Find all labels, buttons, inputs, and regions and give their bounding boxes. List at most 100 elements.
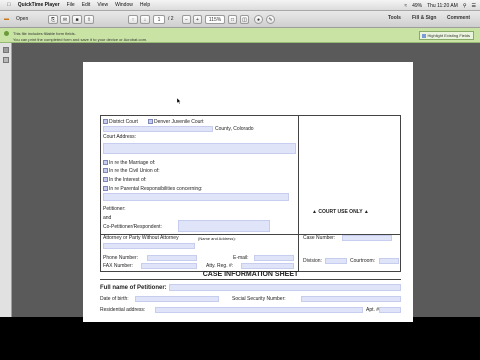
info-icon <box>4 31 9 36</box>
marriage-label: In re the Marriage of: <box>109 160 156 166</box>
civil-union-checkbox[interactable] <box>103 168 108 173</box>
residential-field[interactable] <box>155 307 363 313</box>
courtroom-field[interactable] <box>379 258 399 264</box>
denver-juvenile-checkbox[interactable] <box>148 119 153 124</box>
and-label: and <box>103 215 112 221</box>
wifi-icon[interactable]: ≈ <box>404 3 407 9</box>
division-label: Division: <box>303 258 322 264</box>
clock[interactable]: Thu 11:20 AM <box>427 3 458 9</box>
search-icon[interactable]: ⚲ <box>463 3 467 9</box>
full-name-label: Full name of Petitioner: <box>100 285 167 291</box>
tools-link[interactable]: Tools <box>388 15 401 21</box>
menu-app-name[interactable]: QuickTime Player <box>18 2 60 8</box>
zoom-out-icon[interactable]: − <box>182 15 191 24</box>
next-page-icon[interactable]: ↓ <box>140 15 150 24</box>
co-petitioner-field[interactable] <box>178 220 270 232</box>
court-address-label: Court Address: <box>103 134 137 140</box>
district-court-label: District Court <box>109 119 138 125</box>
marriage-checkbox[interactable] <box>103 160 108 165</box>
court-address-field[interactable] <box>103 143 296 154</box>
notification-line-1: This file includes fillable form fields. <box>13 31 76 36</box>
table-right-border <box>400 115 401 272</box>
mouse-cursor-icon <box>177 98 181 104</box>
menu-window[interactable]: Window <box>115 2 133 8</box>
folder-icon[interactable]: ▬ <box>4 16 9 22</box>
case-number-field[interactable] <box>342 235 392 241</box>
highlight-fields-button[interactable]: Highlight Existing Fields <box>418 31 474 40</box>
fill-sign-link[interactable]: Fill & Sign <box>412 15 436 21</box>
phone-label: Phone Number: <box>103 255 139 261</box>
menu-extras: ≈ 49% Thu 11:20 AM ⚲ ☰ <box>404 0 476 11</box>
name-address-label: (Name and Address): <box>198 236 236 241</box>
court-use-only-text: COURT USE ONLY <box>318 209 363 215</box>
co-petitioner-label: Co-Petitioner/Respondent: <box>103 224 162 230</box>
sign-icon[interactable]: ✎ <box>266 15 275 24</box>
menu-view[interactable]: View <box>97 2 108 8</box>
phone-field[interactable] <box>147 255 197 261</box>
district-court-checkbox[interactable] <box>103 119 108 124</box>
page-number-input[interactable]: 1 <box>153 15 165 24</box>
open-button[interactable]: Open <box>16 16 28 22</box>
denver-juvenile-label: Denver Juvenile Court <box>154 119 204 125</box>
civil-union-label: In re the Civil Union of: <box>109 168 160 174</box>
pages-icon[interactable] <box>3 47 9 53</box>
county-label: County, Colorado <box>215 126 254 132</box>
save-icon[interactable]: ■ <box>72 15 82 24</box>
table-left-border <box>100 115 101 272</box>
ssn-label: Social Security Number: <box>232 296 286 302</box>
battery-percent[interactable]: 49% <box>412 3 422 9</box>
interest-label: In the Interest of: <box>109 177 147 183</box>
video-frame:  QuickTime Player File Edit View Window… <box>0 0 480 360</box>
menu-file[interactable]: File <box>67 2 75 8</box>
parties-field[interactable] <box>103 193 289 201</box>
zoom-in-icon[interactable]: + <box>193 15 202 24</box>
ssn-field[interactable] <box>301 296 401 302</box>
navigation-pane <box>0 43 12 317</box>
apple-icon[interactable]:  <box>7 2 11 8</box>
fax-field[interactable] <box>141 263 197 269</box>
table-top-border <box>100 115 400 116</box>
email-field[interactable] <box>254 255 294 261</box>
attorney-name-field[interactable] <box>103 243 195 249</box>
zoom-select[interactable]: 115% <box>205 15 225 24</box>
county-field[interactable] <box>103 126 213 132</box>
full-name-field[interactable] <box>169 284 401 291</box>
attachments-icon[interactable] <box>3 57 9 63</box>
dob-label: Date of birth: <box>100 296 129 302</box>
interest-checkbox[interactable] <box>103 177 108 182</box>
division-field[interactable] <box>325 258 347 264</box>
read-mode-icon[interactable]: ◫ <box>240 15 249 24</box>
form-notification-bar: This file includes fillable form fields.… <box>0 28 480 43</box>
share-icon[interactable]: ⇧ <box>84 15 94 24</box>
fax-label: FAX Number: <box>103 263 134 269</box>
email-label: E-mail: <box>233 255 249 261</box>
mac-menu-bar:  QuickTime Player File Edit View Window… <box>0 0 480 11</box>
attorney-label: Attorney or Party Without Attorney <box>103 235 179 241</box>
title-underline <box>100 279 401 280</box>
atty-reg-field[interactable] <box>241 263 294 269</box>
dob-field[interactable] <box>135 296 219 302</box>
highlight-swatch-icon <box>421 34 426 38</box>
email-icon[interactable]: ✉ <box>60 15 70 24</box>
menu-help[interactable]: Help <box>140 2 150 8</box>
courtroom-label: Courtroom: <box>350 258 376 264</box>
notification-line-2: You can print the completed form and sav… <box>13 37 148 42</box>
reader-toolbar: ▬ Open ⎘ ✉ ■ ⇧ ↑ ↓ 1 / 2 − + 115% □ ◫ ● … <box>0 11 480 28</box>
comment-bubble-icon[interactable]: ● <box>254 15 263 24</box>
previous-page-icon[interactable]: ↑ <box>128 15 138 24</box>
case-number-label: Case Number: <box>303 235 336 241</box>
fit-page-icon[interactable]: □ <box>228 15 237 24</box>
apt-field[interactable] <box>379 307 401 313</box>
comment-link[interactable]: Comment <box>447 15 470 21</box>
apt-label: Apt. # <box>366 307 380 313</box>
menu-edit[interactable]: Edit <box>82 2 91 8</box>
petitioner-label: Petitioner: <box>103 206 126 212</box>
atty-reg-label: Atty. Reg. #: <box>206 263 234 269</box>
list-icon[interactable]: ☰ <box>472 3 476 9</box>
pdf-page: District Court Denver Juvenile Court Cou… <box>83 62 413 322</box>
print-icon[interactable]: ⎘ <box>48 15 58 24</box>
parental-checkbox[interactable] <box>103 186 108 191</box>
highlight-fields-label: Highlight Existing Fields <box>427 33 470 38</box>
residential-label: Residential address: <box>100 307 146 313</box>
court-use-only: ▲ COURT USE ONLY ▲ <box>312 209 369 215</box>
